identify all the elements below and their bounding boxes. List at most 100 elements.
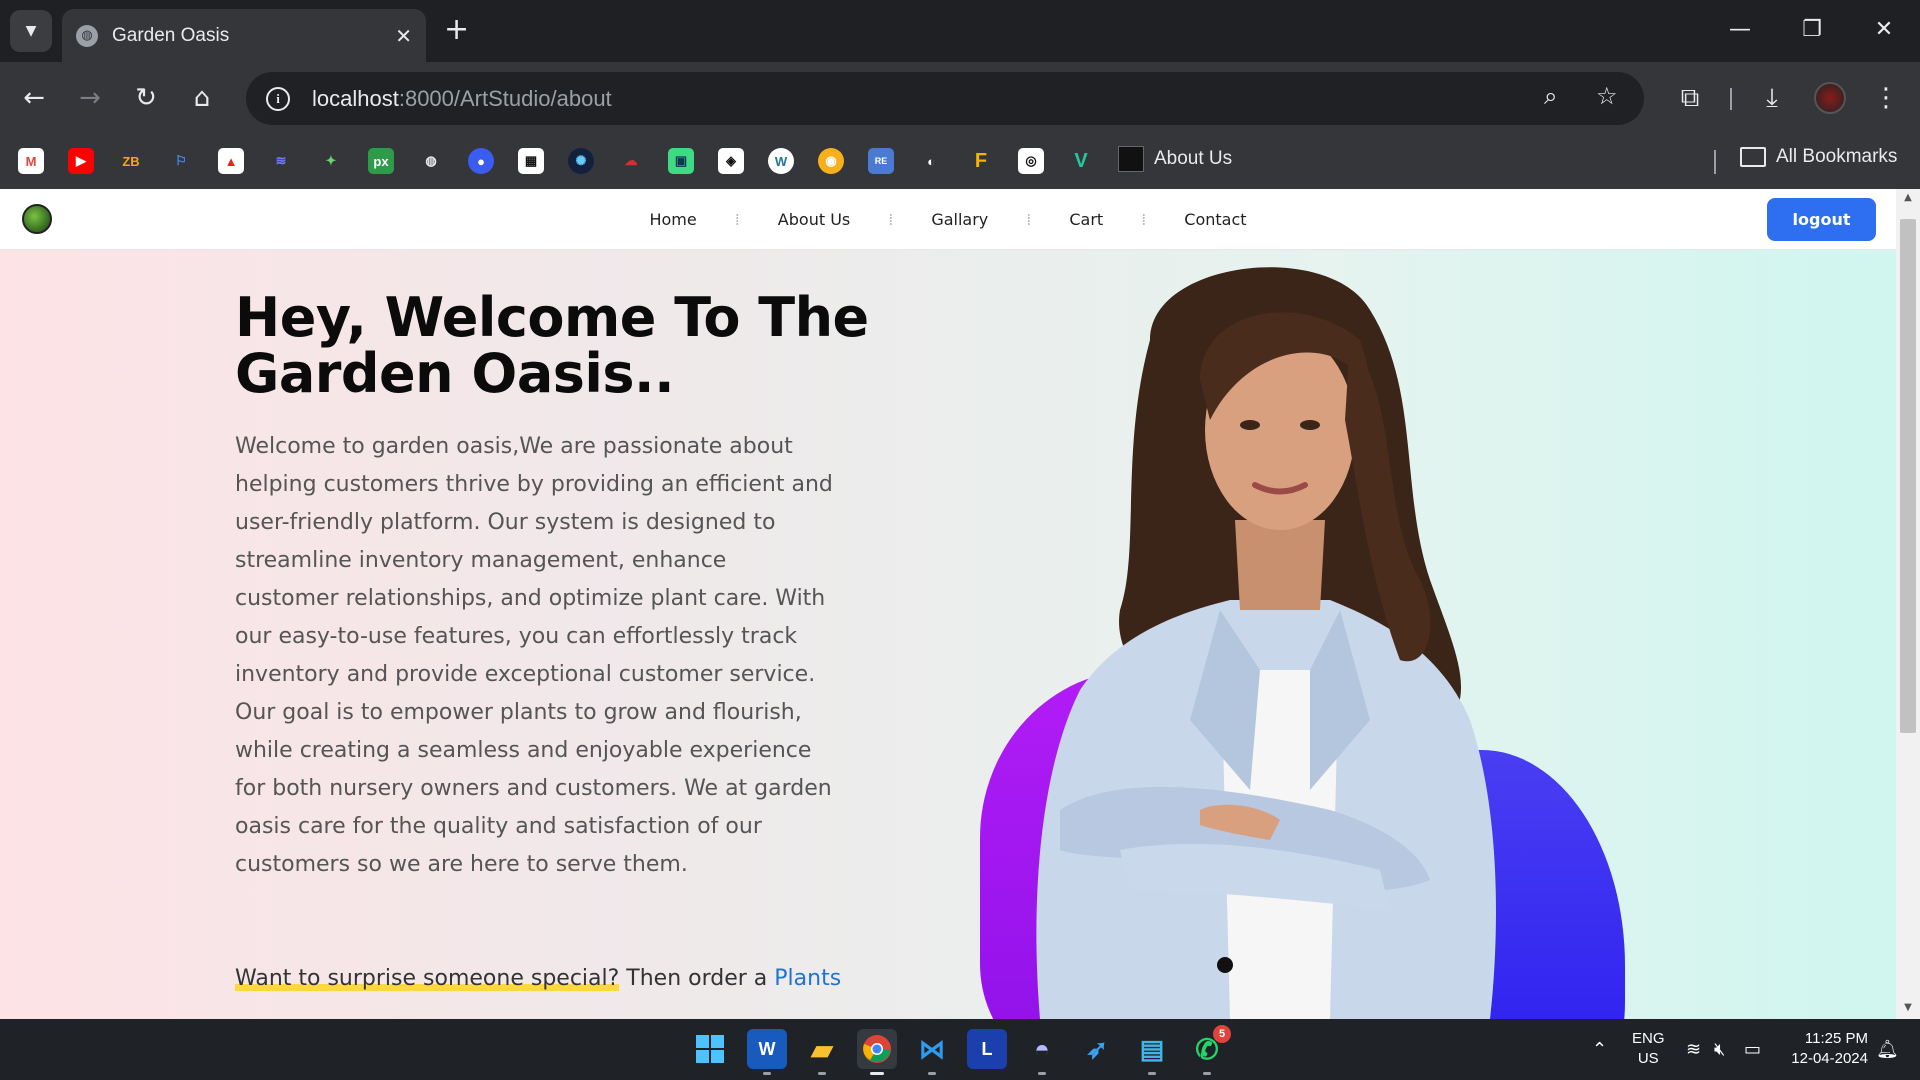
back-button[interactable]: ← xyxy=(14,78,54,118)
browser-toolbar: ← → ↻ ⌂ i localhost:8000/ArtStudio/about… xyxy=(0,62,1920,134)
home-button[interactable]: ⌂ xyxy=(182,78,222,118)
vscode-icon[interactable]: ⋈ xyxy=(912,1029,952,1075)
gmail-icon[interactable]: M xyxy=(18,148,44,174)
codepen-icon[interactable]: ◈ xyxy=(718,148,744,174)
camera-icon[interactable]: ◎ xyxy=(1018,148,1044,174)
github-icon[interactable]: ◐ xyxy=(918,148,944,174)
close-tab-icon[interactable]: ✕ xyxy=(395,24,412,48)
minimize-button[interactable]: — xyxy=(1720,12,1760,48)
globe-icon[interactable]: ◍ xyxy=(418,148,444,174)
tab-bar: ▼ ◍ Garden Oasis ✕ + — ❐ ✕ xyxy=(0,0,1920,62)
all-bookmarks-button[interactable]: All Bookmarks xyxy=(1740,146,1897,168)
extensions-icon[interactable]: ⧉ xyxy=(1670,78,1710,118)
nav-gallary[interactable]: Gallary xyxy=(893,210,1026,229)
file-explorer-icon[interactable]: ▰ xyxy=(802,1029,842,1075)
language-indicator[interactable]: ENG US xyxy=(1632,1029,1665,1069)
close-window-button[interactable]: ✕ xyxy=(1864,12,1904,48)
clock[interactable]: 11:25 PM 12-04-2024 xyxy=(1778,1029,1868,1069)
bookmarks-divider xyxy=(1714,150,1716,174)
notepad-icon[interactable]: ▤ xyxy=(1132,1029,1172,1075)
tab-search-button[interactable]: ▼ xyxy=(10,10,52,52)
whatsapp-icon[interactable]: ✆ 5 xyxy=(1187,1025,1231,1075)
scroll-down-arrow-icon[interactable]: ▼ xyxy=(1900,1001,1916,1015)
windows-start-icon[interactable] xyxy=(690,1029,730,1069)
about-us-bookmark-icon xyxy=(1118,146,1144,172)
scrollbar-thumb[interactable] xyxy=(1900,219,1916,733)
new-tab-button[interactable]: + xyxy=(444,12,469,48)
restore-button[interactable]: ❐ xyxy=(1792,12,1832,48)
android-icon[interactable]: ▣ xyxy=(668,148,694,174)
repo-icon[interactable]: RE xyxy=(868,148,894,174)
chevron-up-icon[interactable]: ⌃ xyxy=(1592,1039,1607,1060)
bird-icon[interactable]: ✦ xyxy=(318,148,344,174)
nav-home[interactable]: Home xyxy=(611,210,734,229)
nav-contact[interactable]: Contact xyxy=(1146,210,1284,229)
qr-icon[interactable]: ▦ xyxy=(518,148,544,174)
wifi-icon[interactable]: ≋ xyxy=(1686,1039,1701,1060)
menu-kebab-icon[interactable]: ⋮ xyxy=(1866,78,1906,118)
chrome-ext-icon[interactable]: ● xyxy=(468,148,494,174)
site-info-icon[interactable]: i xyxy=(266,86,290,111)
plants-link[interactable]: Plants xyxy=(774,966,841,991)
hero-title: Hey, Welcome To The Garden Oasis.. xyxy=(235,286,869,405)
browser-tab[interactable]: ◍ Garden Oasis ✕ xyxy=(62,9,426,62)
px-icon[interactable]: px xyxy=(368,148,394,174)
bookmark-star-icon[interactable]: ☆ xyxy=(1596,82,1618,110)
hero-section: Hey, Welcome To The Garden Oasis.. Welco… xyxy=(0,250,1896,1019)
folder-icon xyxy=(1740,147,1766,167)
download-icon[interactable]: ⤓ xyxy=(1752,78,1792,118)
wordpress-icon[interactable]: W xyxy=(768,148,794,174)
eclipse-icon[interactable]: ◓ xyxy=(1022,1029,1062,1075)
clock-date: 12-04-2024 xyxy=(1791,1050,1868,1067)
battery-icon[interactable]: ▭ xyxy=(1744,1039,1761,1060)
url-text[interactable]: localhost:8000/ArtStudio/about xyxy=(312,86,612,112)
v-icon[interactable]: V xyxy=(1068,148,1094,174)
chrome-icon[interactable] xyxy=(857,1029,897,1075)
f-icon[interactable]: F xyxy=(968,148,994,174)
cloud-icon[interactable]: ☁ xyxy=(618,148,644,174)
windows-taskbar: W ▰ ⋈ L ◓ ➶ ▤ ✆ 5 ⌃ ENG US ≋ 🔇︎ ▭ 11:25 P… xyxy=(0,1019,1920,1080)
hero-cta: Want to surprise someone special? Then o… xyxy=(235,966,841,991)
nav-about-us[interactable]: About Us xyxy=(740,210,888,229)
word-icon[interactable]: W xyxy=(747,1029,787,1075)
orange-icon[interactable]: ◉ xyxy=(818,148,844,174)
language-code: ENG xyxy=(1632,1030,1665,1047)
bookmark-about-us[interactable]: About Us xyxy=(1118,146,1232,172)
bookmark-label: About Us xyxy=(1154,148,1233,169)
all-bookmarks-label: All Bookmarks xyxy=(1776,146,1898,167)
tab-title: Garden Oasis xyxy=(112,24,230,46)
chevron-down-icon: ▼ xyxy=(25,23,37,39)
cta-highlight: Want to surprise someone special? xyxy=(235,966,620,991)
clock-time: 11:25 PM xyxy=(1804,1030,1868,1047)
nav-cart[interactable]: Cart xyxy=(1031,210,1141,229)
zb-icon[interactable]: ZB xyxy=(118,148,144,174)
dart-app-icon[interactable]: ➶ xyxy=(1077,1029,1117,1069)
bookmarks-bar: M ▶ ZB ⚐ ▲ ≋ ✦ px ◍ ● ▦ ✺ ☁ ▣ ◈ W ◉ RE ◐… xyxy=(0,134,1920,189)
page-scrollbar[interactable]: ▲ ▼ xyxy=(1896,189,1920,1019)
notification-bell-icon[interactable]: 🔔︎ xyxy=(1876,1039,1899,1060)
cta-text: Then order a xyxy=(619,966,775,991)
site-navbar: Home ⁞ About Us ⁞ Gallary ⁞ Cart ⁞ Conta… xyxy=(0,189,1896,250)
gear-node-icon[interactable]: ✺ xyxy=(568,148,594,174)
address-bar[interactable]: i localhost:8000/ArtStudio/about ⌕ ☆ xyxy=(246,72,1644,125)
flag-icon[interactable]: ⚐ xyxy=(168,148,194,174)
l-app-icon[interactable]: L xyxy=(967,1029,1007,1069)
logout-button[interactable]: logout xyxy=(1767,198,1876,241)
red-logo-icon[interactable]: ▲ xyxy=(218,148,244,174)
forward-button[interactable]: → xyxy=(70,78,110,118)
reload-button[interactable]: ↻ xyxy=(126,78,166,118)
main-menu: Home ⁞ About Us ⁞ Gallary ⁞ Cart ⁞ Conta… xyxy=(0,189,1896,250)
whatsapp-badge: 5 xyxy=(1213,1025,1231,1043)
swirl-icon[interactable]: ≋ xyxy=(268,148,294,174)
language-region: US xyxy=(1637,1050,1659,1067)
scroll-up-arrow-icon[interactable]: ▲ xyxy=(1900,191,1916,205)
zoom-icon[interactable]: ⌕ xyxy=(1544,82,1557,110)
mute-icon[interactable]: 🔇︎ xyxy=(1714,1039,1725,1060)
youtube-icon[interactable]: ▶ xyxy=(68,148,94,174)
globe-icon: ◍ xyxy=(76,24,98,47)
toolbar-divider xyxy=(1730,88,1732,110)
page-viewport: Home ⁞ About Us ⁞ Gallary ⁞ Cart ⁞ Conta… xyxy=(0,189,1920,1019)
hero-paragraph: Welcome to garden oasis,We are passionat… xyxy=(235,434,833,877)
woman-portrait-image xyxy=(1036,267,1496,1019)
profile-avatar[interactable] xyxy=(1814,82,1846,114)
